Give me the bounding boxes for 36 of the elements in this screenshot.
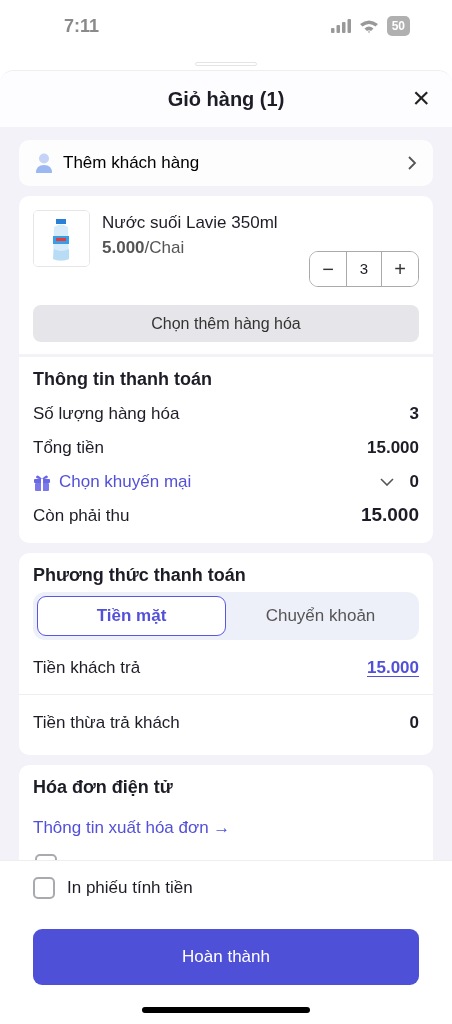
row-label: Còn phải thu xyxy=(33,504,130,527)
section-title: Phương thức thanh toán xyxy=(33,564,247,587)
wifi-icon xyxy=(358,19,379,33)
signal-icon xyxy=(330,19,351,33)
person-icon xyxy=(35,152,53,173)
row-value: 15.000 xyxy=(360,503,419,528)
chevron-right-icon xyxy=(407,154,417,171)
amount-paid-link[interactable]: 15.000 xyxy=(367,655,419,681)
complete-button[interactable]: Hoàn thành xyxy=(33,928,419,985)
row-label: Tiền thừa trả khách xyxy=(33,712,180,735)
invoice-info-link[interactable]: Thông tin xuất hóa đơn → xyxy=(33,814,231,841)
payment-tab[interactable]: Chuyển khoản xyxy=(226,596,415,637)
row-value: 15.000 xyxy=(367,436,419,459)
row-label: Tổng tiền xyxy=(33,436,104,459)
row-value: 0 xyxy=(409,470,419,493)
status-time: 7:11 xyxy=(64,14,100,38)
product-price: 5.000/Chai xyxy=(102,237,185,259)
chevron-down-icon xyxy=(379,477,394,486)
close-button[interactable]: × xyxy=(408,81,434,115)
product-name: Nước suối Lavie 350ml xyxy=(102,211,279,234)
add-more-items-button[interactable]: Chọn thêm hàng hóa xyxy=(33,305,419,342)
battery-indicator: 50 xyxy=(386,16,410,36)
row-label: Số lượng hàng hóa xyxy=(33,402,180,425)
promotion-link[interactable]: Chọn khuyến mại xyxy=(33,468,192,495)
row-label: Tiền khách trả xyxy=(33,657,141,680)
section-title: Thông tin thanh toán xyxy=(33,369,213,391)
section-title: Hóa đơn điện tử xyxy=(33,777,174,799)
add-customer-row[interactable]: Thêm khách hàng xyxy=(19,140,433,186)
row-value: 3 xyxy=(409,402,419,425)
payment-tab[interactable]: Tiền mặt xyxy=(37,596,226,637)
checkbox[interactable] xyxy=(33,876,55,899)
row-value: 0 xyxy=(409,712,419,735)
sheet-title: Giỏ hàng (1) xyxy=(167,87,285,111)
checkbox-label: In phiếu tính tiền xyxy=(67,877,193,899)
quantity-stepper[interactable]: − 3 + xyxy=(309,251,419,287)
gift-icon xyxy=(33,472,51,491)
